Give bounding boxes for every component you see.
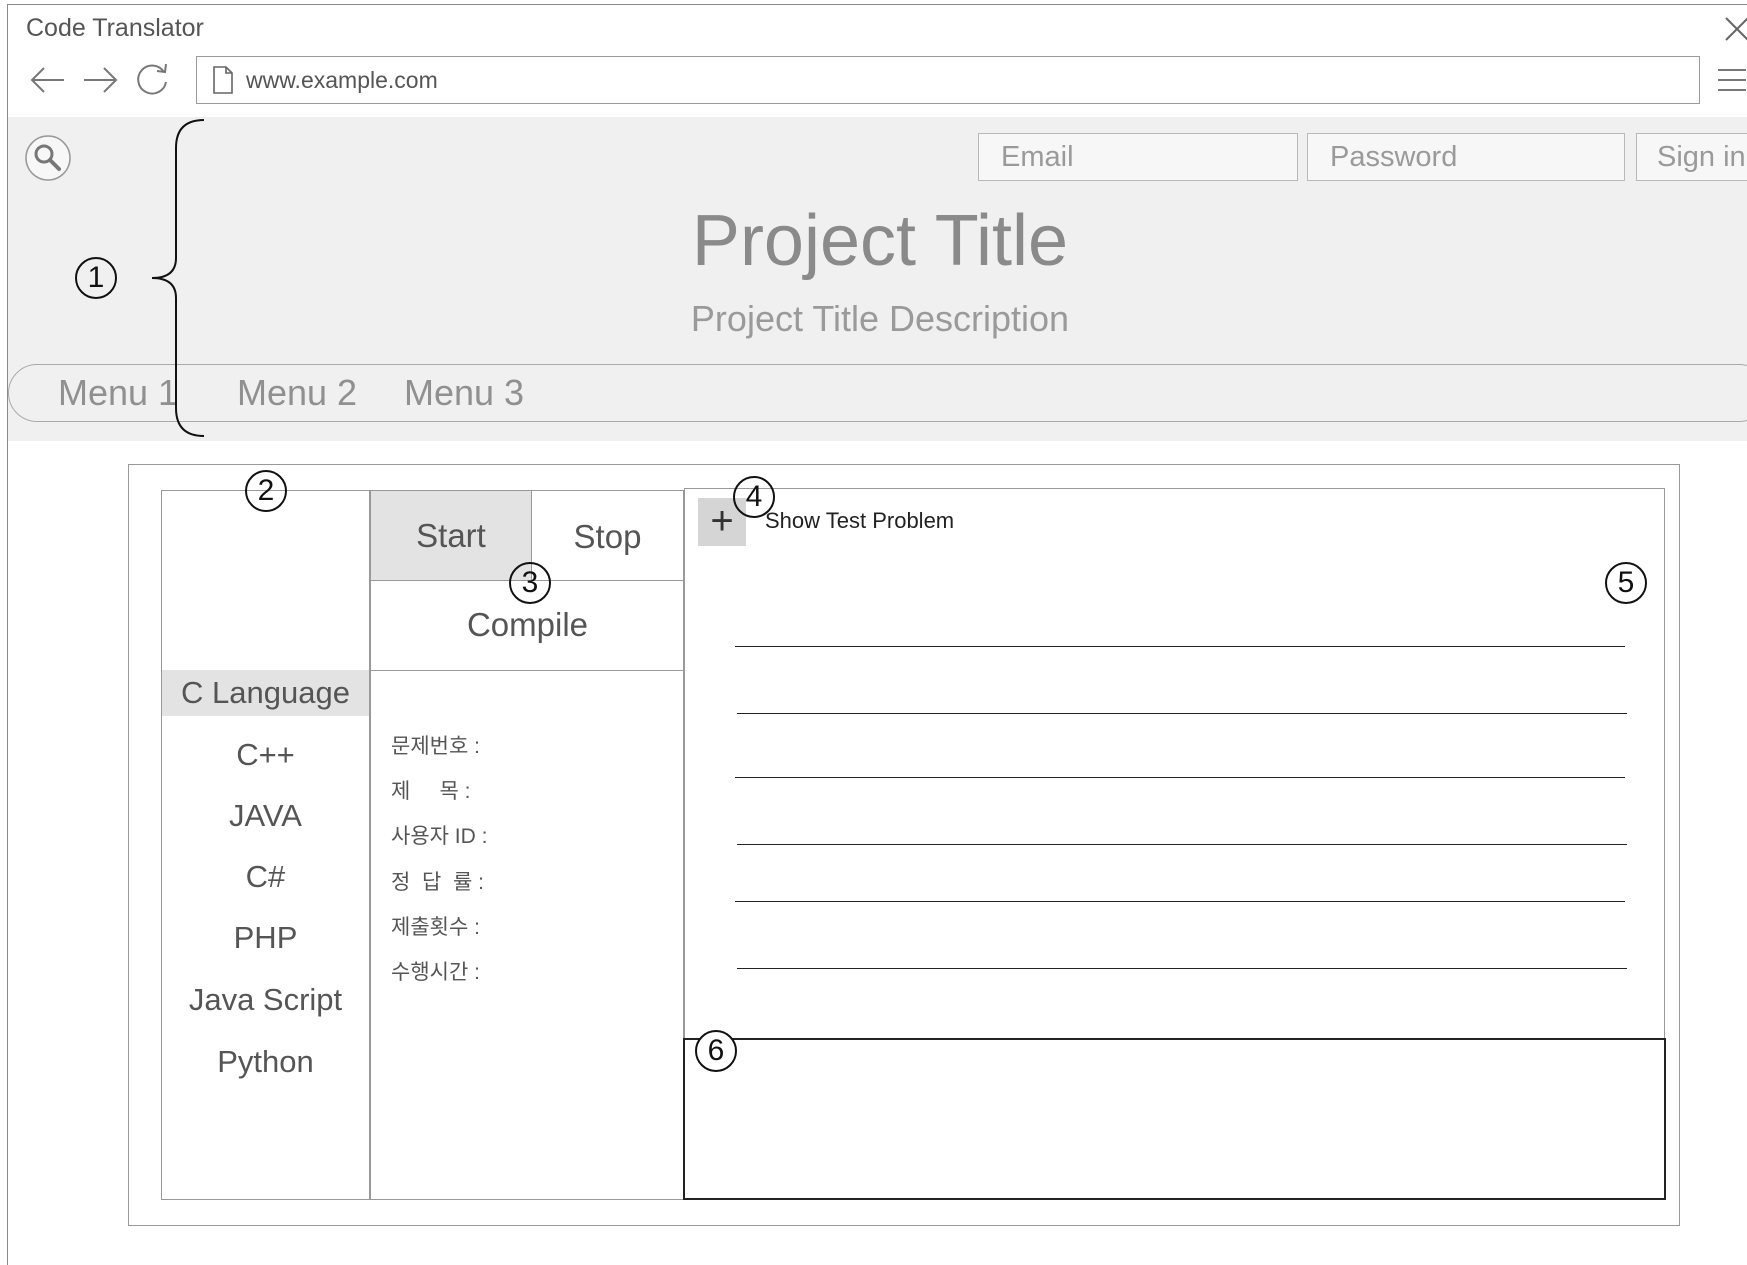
hamburger-menu-icon[interactable]	[1716, 64, 1747, 96]
back-arrow-icon[interactable]	[26, 58, 70, 102]
language-item-c[interactable]: C Language	[162, 670, 369, 716]
problem-text-line	[735, 646, 1625, 647]
menu-item-2[interactable]: Menu 2	[237, 372, 357, 414]
language-item-php[interactable]: PHP	[162, 915, 369, 961]
info-accuracy: 정 답 률 :	[391, 871, 484, 894]
annotation-1: 1	[75, 257, 117, 299]
language-panel	[161, 490, 370, 1200]
info-submissions: 제출횟수 :	[391, 916, 480, 939]
close-icon[interactable]	[1718, 10, 1747, 46]
search-icon[interactable]	[24, 134, 72, 182]
sign-in-button[interactable]: Sign in	[1636, 133, 1747, 181]
page-icon	[213, 66, 233, 94]
project-title: Project Title	[691, 201, 1069, 281]
language-item-javascript[interactable]: Java Script	[162, 977, 369, 1023]
stop-button[interactable]: Stop	[532, 491, 683, 580]
output-panel[interactable]	[683, 1038, 1666, 1200]
forward-arrow-icon[interactable]	[78, 58, 122, 102]
info-problem-number: 문제번호 :	[391, 735, 480, 758]
language-item-csharp[interactable]: C#	[162, 854, 369, 900]
annotation-3: 3	[509, 562, 551, 604]
start-button[interactable]: Start	[371, 491, 532, 580]
reload-icon[interactable]	[130, 58, 174, 102]
url-text: www.example.com	[246, 67, 438, 93]
problem-text-line	[735, 901, 1625, 902]
divider	[371, 670, 684, 671]
problem-text-line	[735, 777, 1625, 778]
language-item-java[interactable]: JAVA	[162, 793, 369, 839]
problem-text-line	[737, 713, 1627, 714]
window-title: Code Translator	[26, 14, 204, 42]
email-field[interactable]: Email	[978, 133, 1298, 181]
annotation-4: 4	[733, 476, 775, 518]
menu-item-3[interactable]: Menu 3	[404, 372, 524, 414]
annotation-brace	[151, 119, 205, 437]
language-item-python[interactable]: Python	[162, 1039, 369, 1085]
password-field[interactable]: Password	[1307, 133, 1625, 181]
info-title: 제 목 :	[391, 780, 471, 803]
annotation-2: 2	[245, 470, 287, 512]
problem-text-line	[737, 844, 1627, 845]
info-run-time: 수행시간 :	[391, 961, 480, 984]
language-item-cpp[interactable]: C++	[162, 732, 369, 778]
project-description: Project Title Description	[690, 298, 1070, 339]
annotation-5: 5	[1605, 562, 1647, 604]
show-test-problem-label[interactable]: Show Test Problem	[765, 508, 954, 534]
info-user-id: 사용자 ID :	[391, 825, 488, 848]
annotation-6: 6	[695, 1030, 737, 1072]
problem-text-line	[737, 968, 1627, 969]
